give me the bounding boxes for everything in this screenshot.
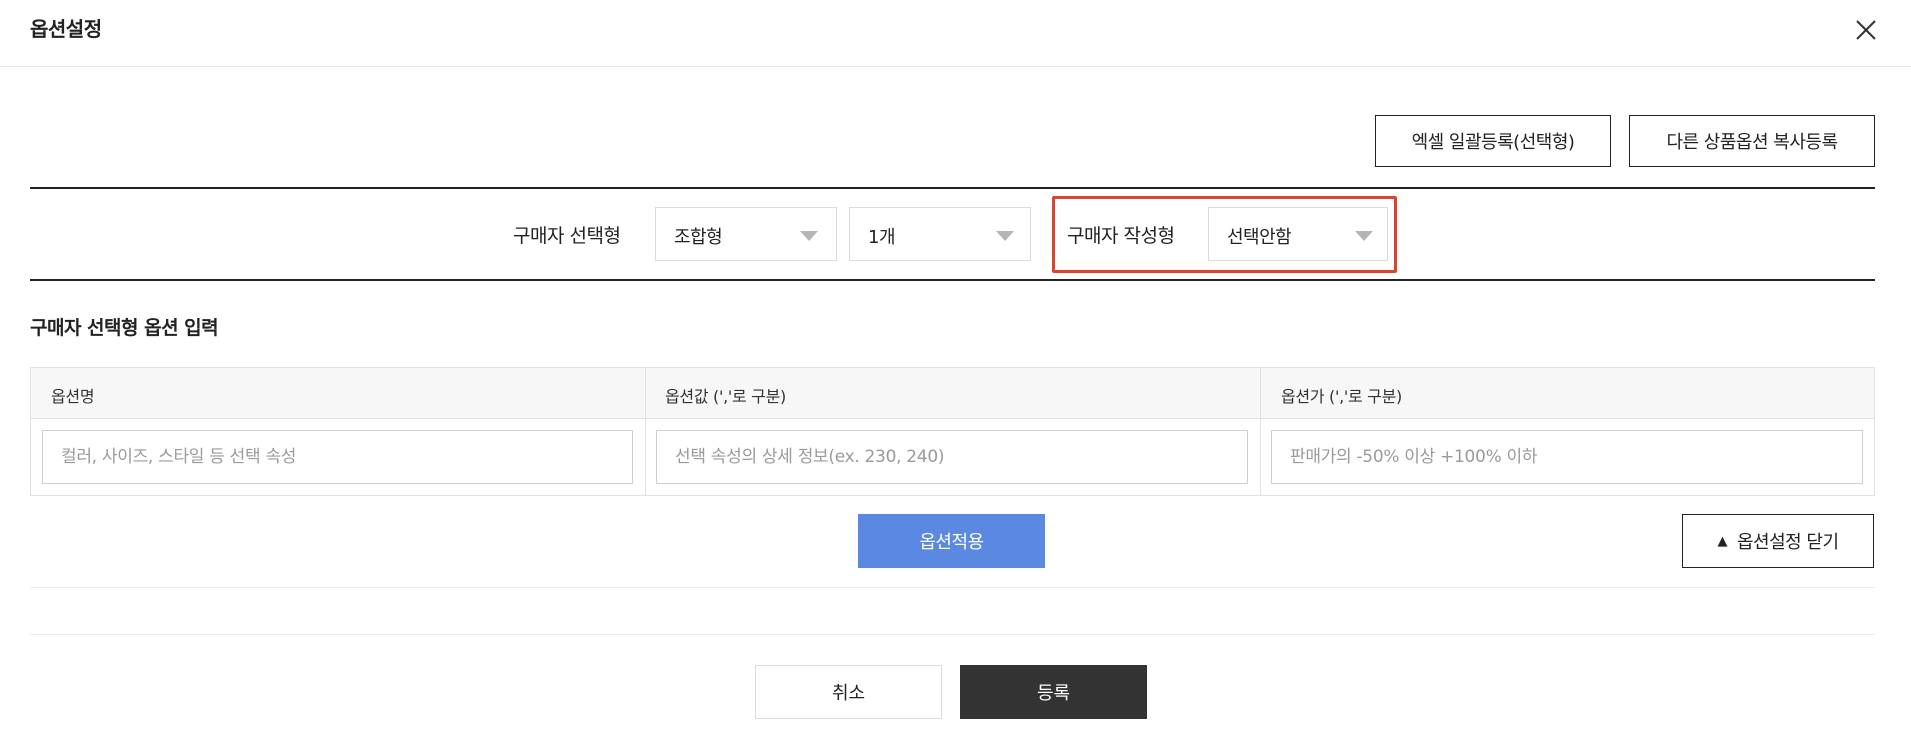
- section-title: 구매자 선택형 옵션 입력: [30, 317, 219, 339]
- chevron-down-icon: [800, 231, 818, 241]
- combination-type-select[interactable]: 조합형: [655, 207, 837, 261]
- close-icon-glyph: [1856, 20, 1876, 40]
- combination-type-value: 조합형: [674, 227, 723, 248]
- option-value-input[interactable]: [656, 430, 1248, 484]
- apply-options-button[interactable]: 옵션적용: [858, 514, 1045, 568]
- chevron-down-icon: [1355, 231, 1373, 241]
- option-count-select[interactable]: 1개: [849, 207, 1031, 261]
- column-divider: [1260, 368, 1261, 495]
- column-divider: [645, 368, 646, 495]
- close-option-settings-label: 옵션설정 닫기: [1736, 532, 1839, 553]
- close-icon[interactable]: [1852, 16, 1880, 44]
- cancel-button[interactable]: 취소: [755, 665, 942, 719]
- divider: [30, 187, 1875, 189]
- buyer-select-type-label: 구매자 선택형: [513, 225, 621, 247]
- copy-other-product-options-button[interactable]: 다른 상품옵션 복사등록: [1629, 115, 1875, 167]
- option-price-input[interactable]: [1271, 430, 1863, 484]
- divider: [30, 279, 1875, 281]
- table-header: [31, 368, 1874, 419]
- divider: [30, 587, 1875, 588]
- excel-bulk-register-button[interactable]: 엑셀 일괄등록(선택형): [1375, 115, 1611, 167]
- buyer-write-type-value: 선택안함: [1227, 227, 1292, 248]
- close-option-settings-button[interactable]: ▲ 옵션설정 닫기: [1682, 514, 1874, 568]
- register-button[interactable]: 등록: [960, 665, 1147, 719]
- option-input-table: 옵션명 옵션값 (','로 구분) 옵션가 (','로 구분): [30, 367, 1875, 496]
- modal-header: 옵션설정: [0, 0, 1911, 67]
- buyer-write-type-select[interactable]: 선택안함: [1208, 207, 1388, 261]
- triangle-up-icon: ▲: [1717, 533, 1727, 549]
- divider: [30, 634, 1875, 635]
- column-header-option-value: 옵션값 (','로 구분): [665, 387, 786, 406]
- chevron-down-icon: [996, 231, 1014, 241]
- option-count-value: 1개: [868, 227, 896, 248]
- buyer-write-type-label: 구매자 작성형: [1067, 225, 1175, 247]
- option-name-input[interactable]: [42, 430, 633, 484]
- column-header-option-price: 옵션가 (','로 구분): [1281, 387, 1402, 406]
- column-header-option-name: 옵션명: [51, 387, 95, 406]
- modal-title: 옵션설정: [30, 17, 102, 41]
